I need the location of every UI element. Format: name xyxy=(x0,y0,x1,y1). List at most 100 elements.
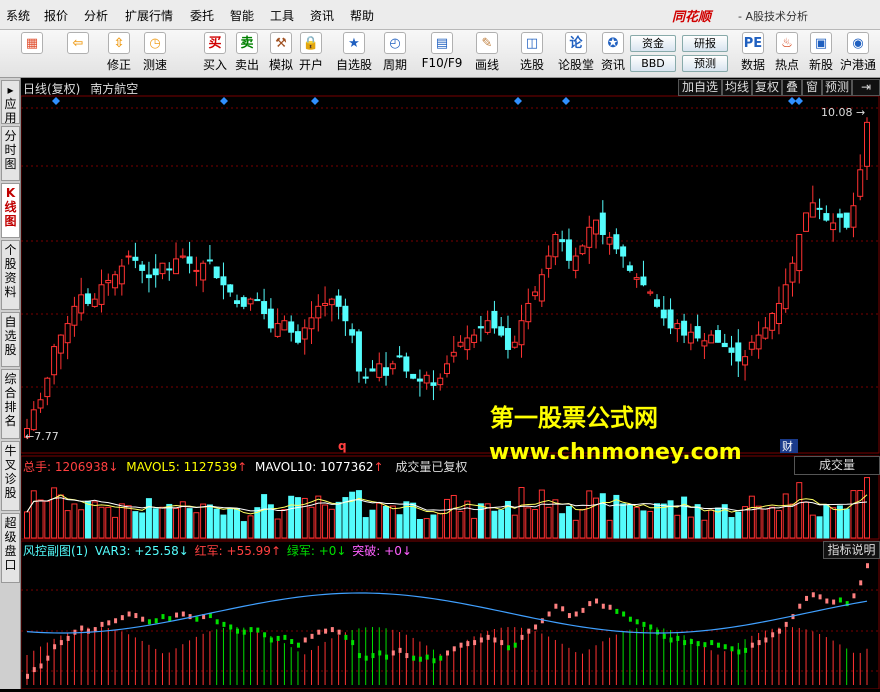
indicator-dot xyxy=(689,639,693,645)
toolbar-small-button-2[interactable]: BBD xyxy=(630,55,676,72)
toolbar-button-12[interactable]: ◫ 选股 xyxy=(514,32,550,76)
breakout-label: 突破: xyxy=(352,544,381,558)
toolbar-button-16[interactable]: ♨ 热点 xyxy=(772,32,802,76)
indicator-dot xyxy=(757,640,761,646)
chart-button-5[interactable]: 预测 xyxy=(822,79,852,96)
brand-subtitle: - A股技术分析 xyxy=(738,10,808,23)
menu-item-7[interactable]: 资讯 xyxy=(310,7,334,24)
side-tab-7[interactable]: 超级盘口 xyxy=(1,513,20,583)
toolbar-button-8[interactable]: ★ 自选股 xyxy=(334,32,374,76)
chart-button-1[interactable]: 均线 xyxy=(722,79,752,96)
indicator-dot xyxy=(838,597,842,603)
chart-button-0[interactable]: 加自选 xyxy=(678,79,722,96)
volume-bar xyxy=(213,508,220,539)
volume-bar xyxy=(735,511,742,539)
candle-body xyxy=(416,378,423,382)
side-tab-label: 牛叉诊股 xyxy=(4,444,17,500)
menu-item-3[interactable]: 扩展行情 xyxy=(125,7,173,24)
indicator-dot xyxy=(32,667,36,673)
indicator-dot xyxy=(520,634,524,640)
toolbar-button-14[interactable]: ✪ 资讯 xyxy=(598,32,628,76)
side-tab-1[interactable]: 分时图 xyxy=(1,126,20,181)
menu-item-8[interactable]: 帮助 xyxy=(350,7,374,24)
candle-body xyxy=(620,246,627,257)
chart-button-3[interactable]: 叠 xyxy=(782,79,802,96)
indicator-dot xyxy=(134,613,138,619)
indicator-dot xyxy=(811,592,815,598)
toolbar-button-7[interactable]: 🔒 开户 xyxy=(296,32,326,76)
side-tab-2[interactable]: K线图 xyxy=(1,183,20,238)
volume-info-bar: 总手: 1206938↓ MAVOL5: 1127539↑ MAVOL10: 1… xyxy=(23,458,467,475)
volume-dropdown[interactable]: 成交量 xyxy=(794,456,880,475)
menu-item-2[interactable]: 分析 xyxy=(84,7,108,24)
menu-item-0[interactable]: 系统 xyxy=(6,7,30,24)
indicator-dot xyxy=(540,618,544,624)
toolbar-button-6[interactable]: ⚒ 模拟 xyxy=(266,32,296,76)
chart-button-2[interactable]: 复权 xyxy=(752,79,782,96)
indicator-dot xyxy=(615,608,619,614)
side-tab-6[interactable]: 牛叉诊股 xyxy=(1,441,20,511)
volume-bar xyxy=(84,500,91,539)
toolbar-small-button-0[interactable]: 资金 xyxy=(630,35,676,52)
toolbar-small-button-3[interactable]: 预测 xyxy=(682,55,728,72)
toolbar-button-0[interactable]: ▦ xyxy=(12,32,52,76)
candle-body xyxy=(267,308,274,329)
indicator-help-button[interactable]: 指标说明 xyxy=(823,541,880,559)
buy-icon: 买 xyxy=(204,32,226,54)
side-tab-0[interactable]: ▸ 应用 xyxy=(1,80,20,125)
toolbar-small-button-1[interactable]: 研报 xyxy=(682,35,728,52)
watermark-title: 第一股票公式网 xyxy=(490,404,658,432)
menu-item-5[interactable]: 智能 xyxy=(230,7,254,24)
red-army-label: 红军: xyxy=(194,544,223,558)
volume-bar xyxy=(335,501,342,539)
menu-item-6[interactable]: 工具 xyxy=(270,7,294,24)
toolbar-button-10[interactable]: ▤ F10/F9 xyxy=(420,32,464,76)
indicator-dot xyxy=(324,628,328,634)
candle-body xyxy=(227,284,234,293)
menu-item-4[interactable]: 委托 xyxy=(190,7,214,24)
volume-bar xyxy=(71,503,78,539)
side-tab-label: 自选股 xyxy=(4,315,17,357)
toolbar-button-13[interactable]: 论论股堂 xyxy=(556,32,596,76)
indicator-dot xyxy=(249,627,253,633)
volume-bar xyxy=(240,521,247,539)
volume-bar xyxy=(274,518,281,539)
side-tab-4[interactable]: 自选股 xyxy=(1,312,20,367)
toolbar-button-18[interactable]: ◉ 沪港通 xyxy=(840,32,876,76)
volume-bar xyxy=(626,504,633,539)
candle-body xyxy=(525,302,532,323)
indicator-dot xyxy=(581,607,585,613)
toolbar-button-1[interactable]: ⇦ xyxy=(60,32,96,76)
indicator-blue-line xyxy=(26,592,868,634)
star-folder-icon: ★ xyxy=(343,32,365,54)
chart-button-4[interactable]: 窗 xyxy=(802,79,822,96)
toolbar-button-17[interactable]: ▣ 新股 xyxy=(806,32,836,76)
indicator-dot xyxy=(486,634,490,640)
kline-chart-area[interactable]: 10.08 → ←7.77 q 财 xyxy=(20,78,880,690)
toolbar-button-3[interactable]: ◷ 测速 xyxy=(140,32,170,76)
candle-body xyxy=(369,368,376,372)
volume-bar xyxy=(51,487,58,539)
volume-bar xyxy=(633,506,640,539)
side-tab-label: 个股资料 xyxy=(4,243,17,299)
candle-body xyxy=(186,256,193,264)
diamond-marker-icon xyxy=(562,97,570,105)
toolbar-button-2[interactable]: ⇳ 修正 xyxy=(104,32,134,76)
volume-bar xyxy=(322,504,329,539)
toolbar-button-9[interactable]: ◴ 周期 xyxy=(378,32,412,76)
menu-item-1[interactable]: 报价 xyxy=(44,7,68,24)
candle-body xyxy=(152,268,159,276)
toolbar-button-15[interactable]: PE 数据 xyxy=(738,32,768,76)
collapse-arrow-icon[interactable]: ⇥ xyxy=(852,79,880,96)
volume-bar xyxy=(572,519,579,539)
candle-body xyxy=(213,266,220,279)
toolbar-button-11[interactable]: ✎ 画线 xyxy=(470,32,504,76)
volume-bar xyxy=(369,509,376,539)
side-tab-3[interactable]: 个股资料 xyxy=(1,240,20,310)
indicator-dot xyxy=(710,640,714,646)
side-tab-label: 超级盘口 xyxy=(4,516,17,572)
toolbar-button-5[interactable]: 卖卖出 xyxy=(232,32,262,76)
volume-bar xyxy=(836,505,843,539)
toolbar-button-4[interactable]: 买买入 xyxy=(200,32,230,76)
side-tab-5[interactable]: 综合排名 xyxy=(1,369,20,439)
